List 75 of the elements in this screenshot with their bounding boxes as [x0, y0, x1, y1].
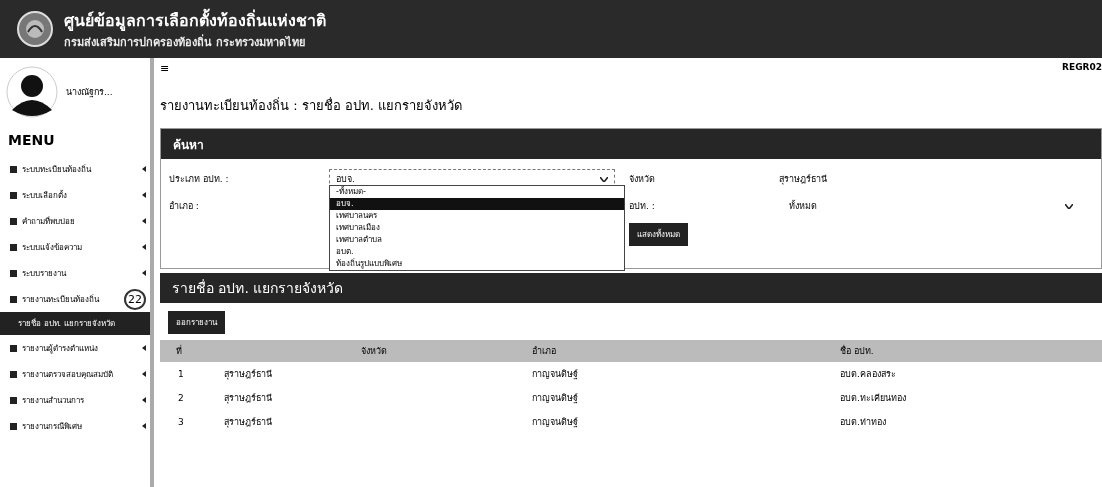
- table-cell: กาญจนดิษฐ์: [532, 417, 578, 427]
- caret-icon: [142, 244, 146, 250]
- menu-item[interactable]: คำถามที่พบบ่อย: [22, 214, 137, 228]
- show-all-button[interactable]: แสดงทั้งหมด: [629, 223, 688, 246]
- emblem-icon: [16, 10, 54, 48]
- menu-item-icon: [10, 344, 17, 352]
- table-cell: สุราษฎร์ธานี: [224, 393, 272, 403]
- province-value: สุราษฎร์ธานี: [779, 173, 828, 186]
- caret-icon: [142, 371, 146, 377]
- field-label: ประเภท อปท. :: [169, 173, 230, 186]
- lao-select[interactable]: ทั้งหมด: [779, 197, 1079, 215]
- menu-item-icon: [10, 422, 17, 430]
- page-title: รายงานทะเบียนท้องถิ่น : รายชื่อ อปท. แยกรายจังหวัด: [160, 96, 464, 115]
- column-header: จังหวัด: [361, 346, 387, 356]
- menu-item[interactable]: รายงานสำนวนการ: [22, 393, 137, 407]
- caret-icon: [142, 166, 146, 172]
- menu-heading: MENU: [7, 131, 56, 150]
- table-cell: 3: [178, 417, 184, 427]
- column-header: อำเภอ: [532, 346, 556, 356]
- export-button[interactable]: ออกรายงาน: [168, 311, 225, 334]
- menu-item-icon: [10, 269, 17, 277]
- panel-title: รายชื่อ อปท. แยกรายจังหวัด: [172, 278, 344, 298]
- caret-icon: [142, 345, 146, 351]
- menu-item[interactable]: รายงานทะเบียนท้องถิ่น: [22, 292, 119, 306]
- menu-item[interactable]: รายงานตรวจสอบคุณสมบัติ: [22, 367, 137, 381]
- report-code: REGR02: [1062, 62, 1102, 74]
- table-cell: กาญจนดิษฐ์: [532, 369, 578, 379]
- table-cell: 1: [178, 369, 184, 379]
- panel-title: ค้นหา: [173, 136, 204, 154]
- menu-item-icon: [10, 370, 17, 378]
- table-cell: อบต.ทะเคียนทอง: [840, 393, 906, 403]
- caret-icon: [142, 397, 146, 403]
- menu-item[interactable]: รายงานกรณีพิเศษ: [22, 419, 137, 433]
- caret-icon: [142, 423, 146, 429]
- avatar-icon: [6, 66, 58, 118]
- site-subtitle: กรมส่งเสริมการปกครองท้องถิ่น กระทรวงมหาดไทย: [64, 33, 306, 51]
- menu-item-icon: [10, 295, 17, 303]
- menu-icon[interactable]: ≡: [160, 62, 170, 75]
- menu-item[interactable]: ระบบทะเบียนท้องถิ่น: [22, 162, 137, 176]
- table-cell: 2: [178, 393, 184, 403]
- menu-item-icon: [10, 191, 17, 199]
- user-name[interactable]: นางณัฐกร...: [66, 85, 113, 99]
- field-label: อำเภอ :: [169, 200, 200, 213]
- site-title: ศูนย์ข้อมูลการเลือกตั้งท้องถิ่นแห่งชาติ: [64, 7, 326, 33]
- chevron-down-icon: [600, 176, 608, 182]
- dropdown-option[interactable]: เทศบาลตำบล: [330, 234, 624, 246]
- menu-item[interactable]: ระบบรายงาน: [22, 266, 137, 280]
- table-cell: สุราษฎร์ธานี: [224, 369, 272, 379]
- menu-item-icon: [10, 217, 17, 225]
- field-label: อปท. :: [629, 200, 656, 213]
- menu-item[interactable]: ระบบแจ้งข้อความ: [22, 240, 137, 254]
- dropdown-option[interactable]: อบจ.: [330, 198, 624, 210]
- caret-icon: [142, 218, 146, 224]
- dropdown-option[interactable]: อบต.: [330, 246, 624, 258]
- table-cell: สุราษฎร์ธานี: [224, 417, 272, 427]
- menu-item[interactable]: รายงานผู้ดำรงตำแหน่ง: [22, 341, 137, 355]
- table-cell: กาญจนดิษฐ์: [532, 393, 578, 403]
- column-header: ชื่อ อปท.: [840, 346, 874, 356]
- table-cell: อบต.คลองสระ: [840, 369, 896, 379]
- dropdown-option[interactable]: ท้องถิ่นรูปแบบพิเศษ: [330, 258, 624, 270]
- caret-icon: [142, 192, 146, 198]
- chevron-down-icon: [1065, 203, 1073, 209]
- field-label: จังหวัด: [629, 173, 656, 186]
- column-header: ที่: [176, 346, 182, 356]
- menu-item-icon: [10, 165, 17, 173]
- menu-item-icon: [10, 396, 17, 404]
- dropdown-option[interactable]: -ทั้งหมด-: [330, 186, 624, 198]
- dropdown-option[interactable]: เทศบาลเมือง: [330, 222, 624, 234]
- table-cell: อบต.ท่าทอง: [840, 417, 886, 427]
- submenu-item[interactable]: รายชื่อ อปท. แยกรายจังหวัด: [0, 312, 150, 335]
- caret-icon: [142, 270, 146, 276]
- count-badge: 22: [124, 288, 146, 310]
- menu-item[interactable]: ระบบเลือกตั้ง: [22, 188, 137, 202]
- menu-item-icon: [10, 243, 17, 251]
- dropdown-option[interactable]: เทศบาลนคร: [330, 210, 624, 222]
